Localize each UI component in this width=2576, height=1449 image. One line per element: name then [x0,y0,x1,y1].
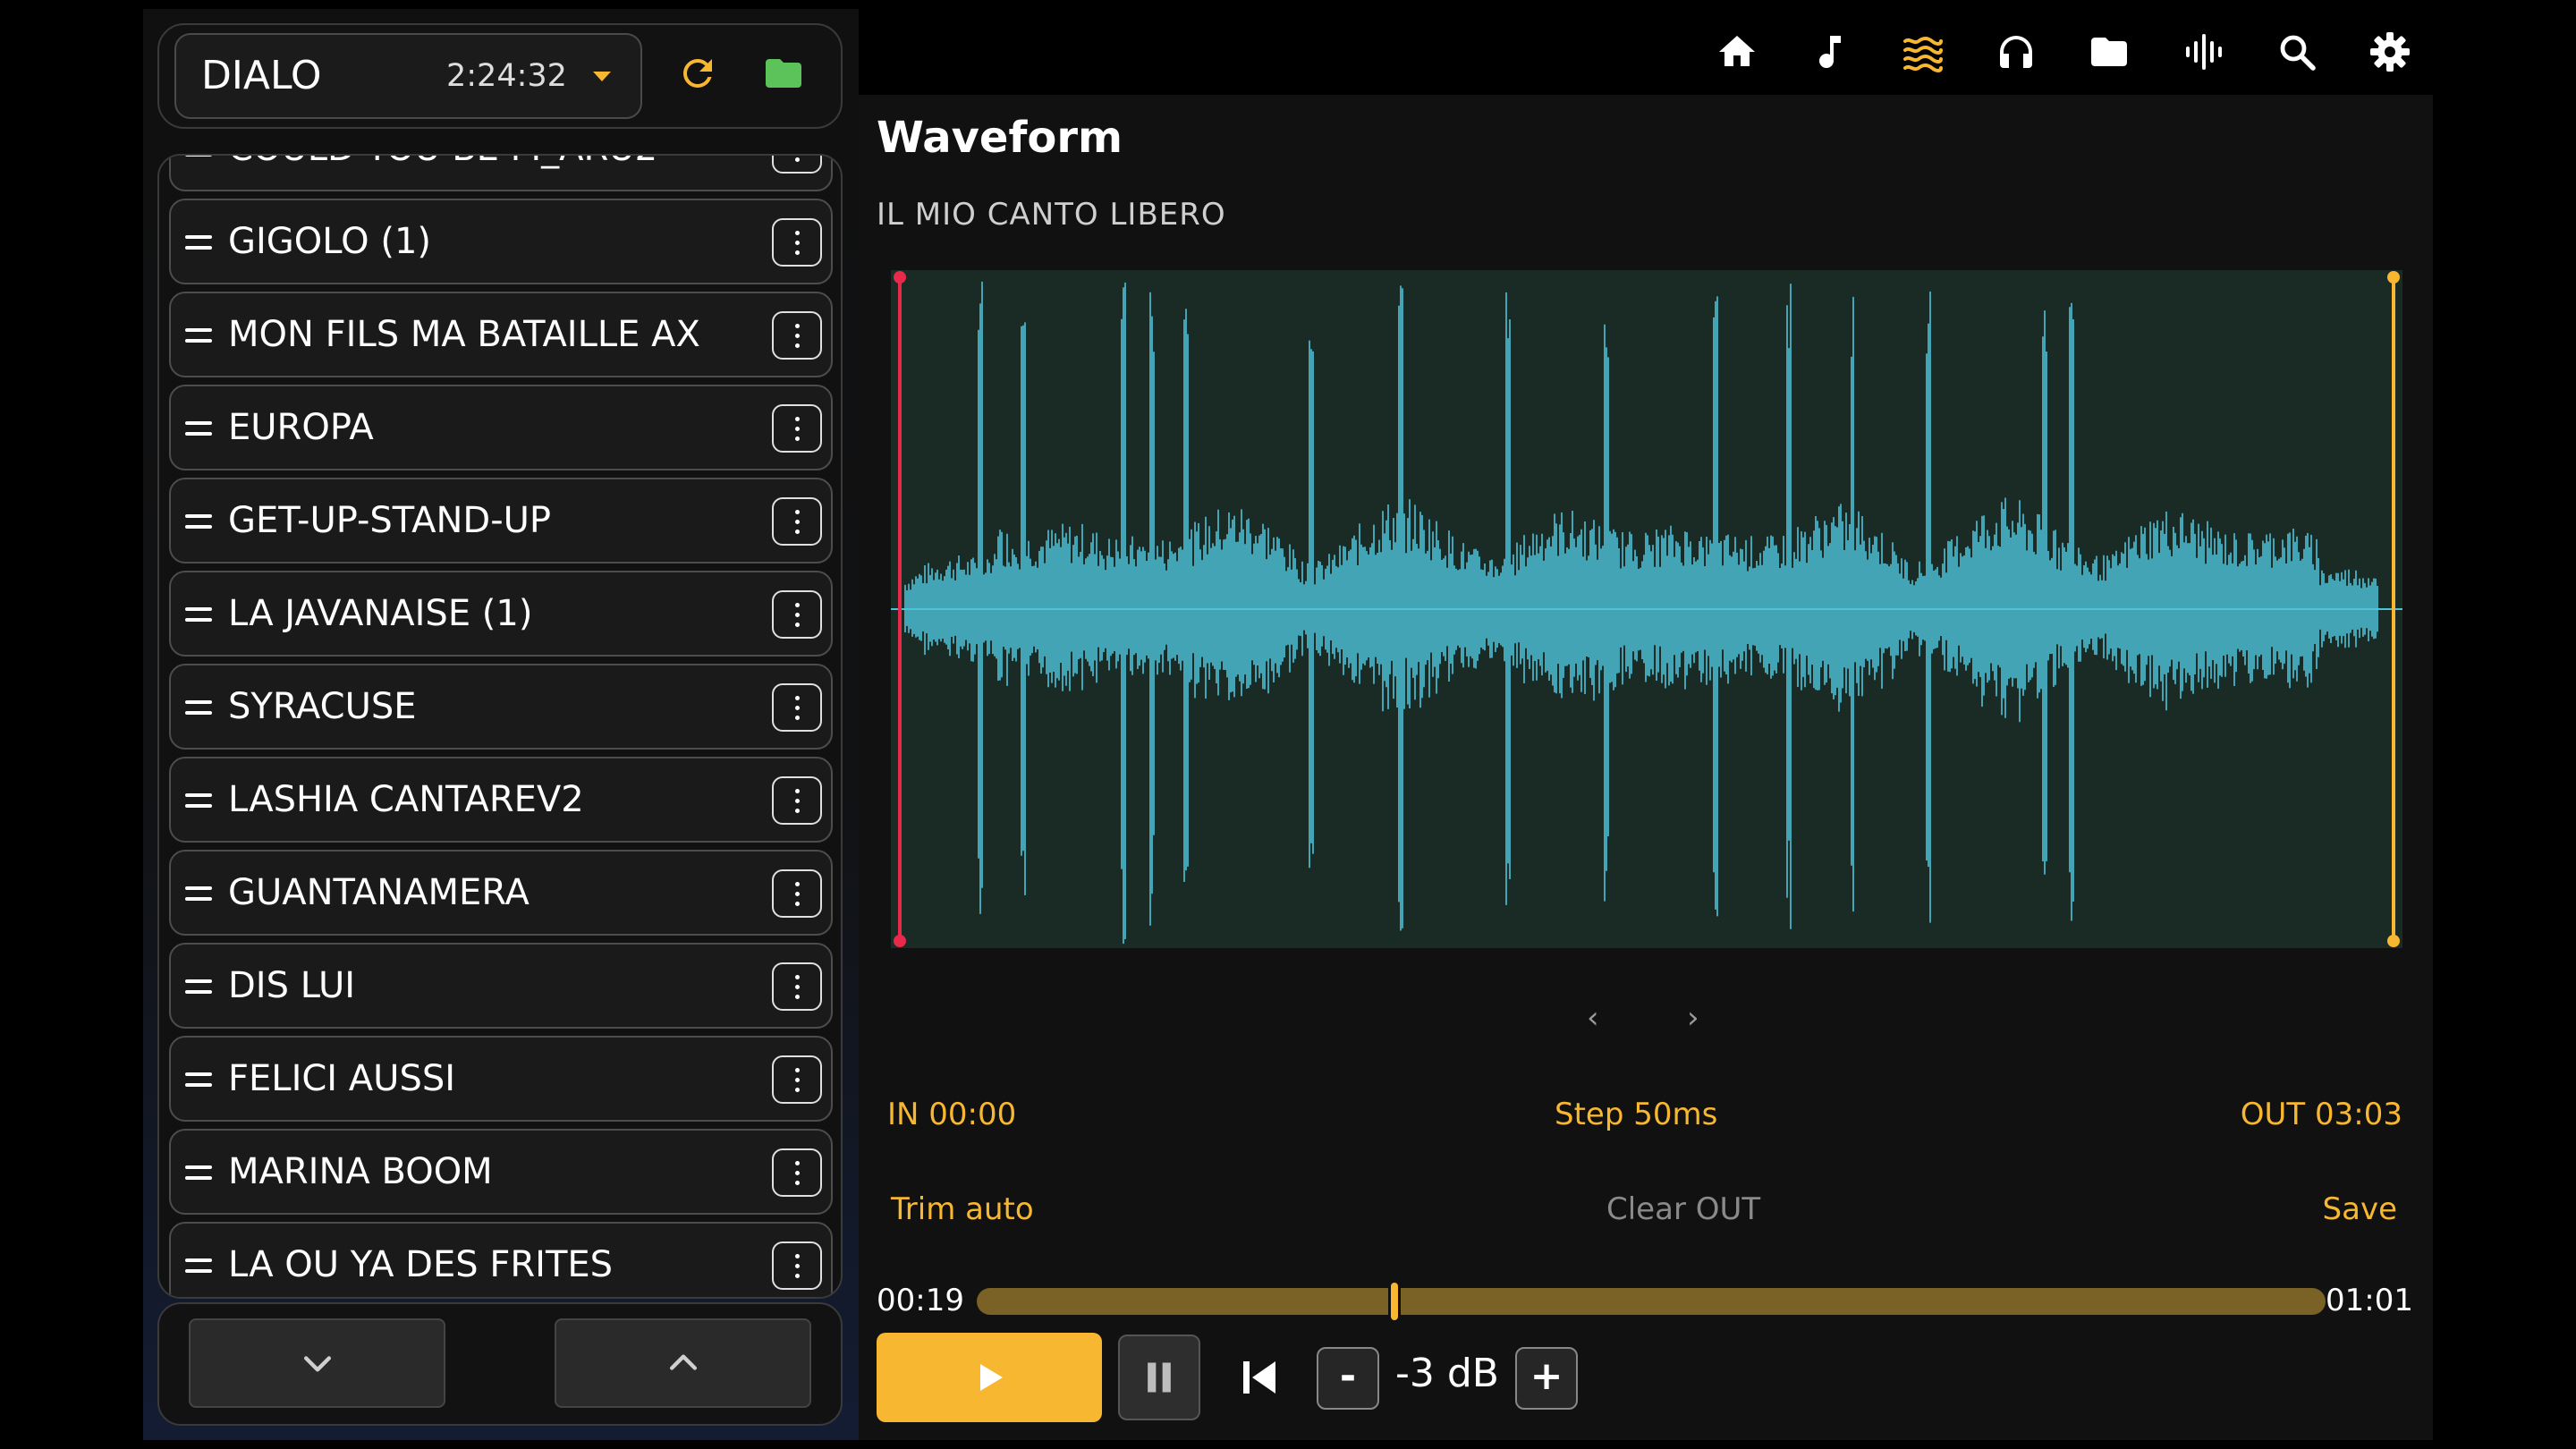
track-row[interactable]: LASHIA CANTAREV2 [169,757,833,843]
waveform-bars [904,281,2378,945]
more-vert-button[interactable] [772,497,822,546]
more-vert-button[interactable] [772,776,822,825]
elapsed-time: 00:19 [877,1283,964,1318]
playlist-duration: 2:24:32 [446,58,567,94]
waveform-graph[interactable] [891,270,2402,948]
drag-handle-icon[interactable] [185,1072,212,1087]
drag-handle-icon[interactable] [185,156,212,157]
track-row[interactable]: GET-UP-STAND-UP [169,478,833,564]
pause-button[interactable] [1118,1335,1200,1420]
progress-thumb[interactable] [1391,1283,1399,1320]
drag-handle-icon[interactable] [185,1258,212,1273]
track-row[interactable]: LA OU YA DES FRITES [169,1222,833,1297]
more-vert-button[interactable] [772,156,822,174]
volume-down-button[interactable]: - [1317,1347,1379,1410]
track-list[interactable]: COULD YOU BE M_ARU2 GIGOLO (1) MON FILS MA… [157,154,843,1299]
refresh-icon[interactable] [676,52,719,95]
waveform-view[interactable] [891,270,2402,948]
play-icon [980,1364,1003,1391]
progress-slider[interactable] [977,1283,2326,1320]
track-name: GUANTANAMERA [228,872,530,913]
track-name: LASHIA CANTAREV2 [228,779,584,820]
playlist-name: DIALO [201,53,322,98]
more-vert-button[interactable] [772,869,822,918]
drag-handle-icon[interactable] [185,235,212,250]
more-vert-button[interactable] [772,1055,822,1104]
home-icon[interactable] [1716,30,1758,73]
equalizer-icon[interactable] [2182,30,2225,73]
clear-out-button[interactable]: Clear OUT [1606,1191,1760,1227]
track-row[interactable]: LA JAVANAISE (1) [169,571,833,657]
in-point-label: IN 00:00 [887,1097,1017,1132]
drag-handle-icon[interactable] [185,979,212,994]
trim-auto-button[interactable]: Trim auto [891,1191,1034,1227]
more-vert-button[interactable] [772,590,822,639]
track-name: GET-UP-STAND-UP [228,500,552,541]
out-point-label: OUT 03:03 [2240,1097,2402,1132]
chevron-up-icon [669,1354,698,1370]
track-row[interactable]: MARINA BOOM [169,1129,833,1215]
page-prev-button[interactable]: ‹ [1587,1000,1599,1036]
drag-handle-icon[interactable] [185,700,212,715]
track-row[interactable]: MON FILS MA BATAILLE AX [169,292,833,377]
waveform-path [904,281,2378,945]
total-time: 01:01 [2326,1283,2413,1318]
track-name: LA OU YA DES FRITES [228,1244,614,1285]
drag-handle-icon[interactable] [185,421,212,436]
track-row[interactable]: EUROPA [169,385,833,470]
track-name: MARINA BOOM [228,1151,493,1192]
headphones-icon[interactable] [1995,30,2038,73]
folder-icon[interactable] [2088,30,2131,73]
skip-previous-icon[interactable] [1238,1354,1281,1401]
more-vert-button[interactable] [772,962,822,1011]
track-name: GIGOLO (1) [228,221,431,262]
track-name: LA JAVANAISE (1) [228,593,533,634]
music-note-icon[interactable] [1809,30,1852,73]
track-row[interactable]: SYRACUSE [169,664,833,750]
caret-down-icon [593,72,611,81]
play-button[interactable] [877,1333,1102,1422]
scroll-down-button[interactable] [189,1318,445,1408]
drag-handle-icon[interactable] [185,793,212,808]
volume-up-button[interactable]: + [1515,1347,1578,1410]
volume-value: -3 dB [1395,1351,1499,1396]
step-label[interactable]: Step 50ms [1555,1097,1717,1132]
page-title: Waveform [877,113,1123,163]
playlist-selector[interactable]: DIALO 2:24:32 [174,33,642,119]
save-button[interactable]: Save [2323,1191,2397,1227]
track-name: FELICI AUSSI [228,1058,456,1099]
scroll-up-button[interactable] [555,1318,811,1408]
more-vert-button[interactable] [772,1148,822,1197]
track-name: SYRACUSE [228,686,417,727]
more-vert-button[interactable] [772,683,822,732]
track-row[interactable]: DIS LUI [169,943,833,1029]
track-row[interactable]: COULD YOU BE M_ARU2 [169,156,833,191]
drag-handle-icon[interactable] [185,1165,212,1180]
more-vert-button[interactable] [772,1241,822,1290]
track-row[interactable]: GIGOLO (1) [169,199,833,284]
folder-icon[interactable] [762,52,805,95]
track-row[interactable]: GUANTANAMERA [169,850,833,936]
track-name: COULD YOU BE M_ARU2 [228,156,657,190]
drag-handle-icon[interactable] [185,607,212,622]
page-next-button[interactable]: › [1687,1000,1699,1036]
track-row[interactable]: FELICI AUSSI [169,1036,833,1122]
more-vert-button[interactable] [772,218,822,267]
drag-handle-icon[interactable] [185,328,212,343]
track-name: EUROPA [228,407,374,448]
track-title: IL MIO CANTO LIBERO [877,197,1226,233]
track-name: DIS LUI [228,965,356,1006]
chevron-down-icon [303,1356,332,1372]
drag-handle-icon[interactable] [185,886,212,901]
search-icon[interactable] [2275,30,2318,73]
drag-handle-icon[interactable] [185,514,212,529]
pause-icon [1148,1362,1171,1393]
track-name: MON FILS MA BATAILLE AX [228,314,700,355]
settings-icon[interactable] [2368,30,2411,73]
more-vert-button[interactable] [772,311,822,360]
waveform-icon[interactable] [1902,30,1945,73]
more-vert-button[interactable] [772,404,822,453]
